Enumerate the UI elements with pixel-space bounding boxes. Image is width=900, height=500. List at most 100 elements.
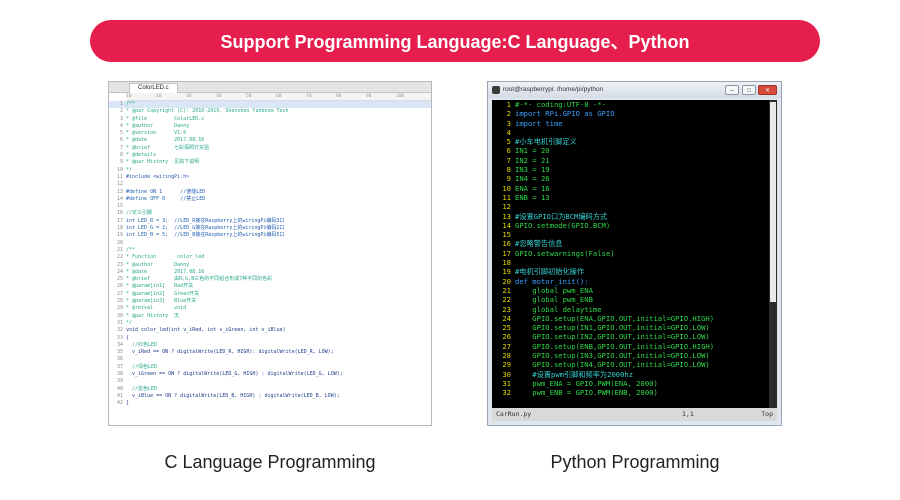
code-line[interactable]: 13 #define ON 1 //使能LED: [109, 189, 431, 196]
code-text: GPIO.setup(ENB,GPIO.OUT,initial=GPIO.HIG…: [515, 341, 715, 351]
code-line[interactable]: 1/**: [109, 101, 431, 109]
terminal-line[interactable]: 10 ENA = 16: [492, 184, 769, 193]
terminal-line[interactable]: 26 GPIO.setup(IN2,GPIO.OUT,initial=GPIO.…: [492, 332, 769, 341]
line-number: 34: [116, 341, 123, 348]
terminal-line[interactable]: 12: [492, 202, 769, 211]
minimize-button[interactable]: –: [725, 85, 739, 95]
code-line[interactable]: 6 * @date 2017.08.16: [109, 137, 431, 144]
code-line[interactable]: 37 //绿色LED: [109, 364, 431, 371]
code-text: {: [126, 334, 130, 341]
terminal-scrollbar[interactable]: [769, 100, 777, 408]
code-line[interactable]: 2 * @par Copyright (C): 2010-2019, Shenzh…: [109, 108, 431, 115]
terminal-body[interactable]: 1 #-*- coding:UTF-8 -*- 2 import RPi.GPIO a…: [492, 100, 777, 421]
code-line[interactable]: 21/**: [109, 247, 431, 254]
code-line[interactable]: 5 * @version V1.0: [109, 130, 431, 137]
terminal-line[interactable]: 31 pwm_ENA = GPIO.PWM(ENA, 2000): [492, 379, 769, 388]
code-text: /**: [126, 101, 136, 107]
code-line[interactable]: 17 int LED_R = 3; //LED_R接在Raspberry上的wir…: [109, 218, 431, 225]
code-line[interactable]: 28 * @param[in3] Blue开关: [109, 298, 431, 305]
terminal-line[interactable]: 4: [492, 128, 769, 137]
c-code-area[interactable]: 1/** 2 * @par Copyright (C): 2010-2019, Sh…: [109, 101, 431, 407]
code-line[interactable]: 3 * @file ColorLED.c: [109, 116, 431, 123]
code-text: #设置pwm引脚和频率为2000hz: [515, 369, 634, 379]
line-number: 6: [119, 137, 123, 144]
terminal-line[interactable]: 3 import time: [492, 119, 769, 128]
line-number: 22: [116, 254, 123, 261]
editor-tab[interactable]: ColorLED.c: [129, 83, 178, 93]
terminal-line[interactable]: 14 GPIO.setmode(GPIO.BCM): [492, 221, 769, 230]
maximize-button[interactable]: □: [742, 85, 756, 95]
code-line[interactable]: 9 * @par History 见如下说明: [109, 159, 431, 166]
terminal-line[interactable]: 13 #设置GPIO口为BCM编码方式: [492, 212, 769, 221]
code-line[interactable]: 33{: [109, 335, 431, 342]
terminal-line[interactable]: 16 #忽略警告信息: [492, 239, 769, 248]
code-text: * @author Danny: [126, 122, 190, 129]
terminal-line[interactable]: 18: [492, 258, 769, 267]
terminal-line[interactable]: 5 #小车电机引脚定义: [492, 137, 769, 146]
code-line[interactable]: 26 * @param[in1] Red开关: [109, 283, 431, 290]
code-line[interactable]: 23 * @author Danny: [109, 262, 431, 269]
terminal-line[interactable]: 23 global delaytime: [492, 305, 769, 314]
terminal-line[interactable]: 29 GPIO.setup(IN4,GPIO.OUT,initial=GPIO.…: [492, 360, 769, 369]
terminal-line[interactable]: 17 GPIO.setwarnings(False): [492, 249, 769, 258]
line-number: 9: [119, 159, 123, 166]
terminal-line[interactable]: 27 GPIO.setup(ENB,GPIO.OUT,initial=GPIO.…: [492, 342, 769, 351]
code-line[interactable]: 38 v_iGreen == ON ? digitalWrite(LED_G, …: [109, 371, 431, 378]
code-line[interactable]: 19 int LED_B = 5; //LED_B接在Raspberry上的wir…: [109, 232, 431, 239]
code-line[interactable]: 34 //红色LED: [109, 342, 431, 349]
terminal-line[interactable]: 22 global pwm_ENB: [492, 295, 769, 304]
terminal-line[interactable]: 8 IN3 = 19: [492, 165, 769, 174]
line-number: 31: [502, 378, 511, 388]
code-line[interactable]: 35 v_iRed == ON ? digitalWrite(LED_R, HI…: [109, 349, 431, 356]
python-code-area[interactable]: 1 #-*- coding:UTF-8 -*- 2 import RPi.GPIO a…: [492, 100, 769, 408]
code-line[interactable]: 16//定义引脚: [109, 210, 431, 217]
code-line[interactable]: 20: [109, 240, 431, 247]
code-line[interactable]: 36: [109, 356, 431, 363]
terminal-line[interactable]: 20 def motor_init():: [492, 277, 769, 286]
code-line[interactable]: 12: [109, 181, 431, 188]
code-line[interactable]: 40 //蓝色LED: [109, 386, 431, 393]
code-text: void color_led(int v_iRed, int v_iGreen,…: [126, 327, 286, 334]
line-number: 14: [116, 195, 123, 202]
line-number: 6: [506, 146, 511, 156]
terminal-line[interactable]: 28 GPIO.setup(IN3,GPIO.OUT,initial=GPIO.…: [492, 351, 769, 360]
line-number: 2: [119, 108, 123, 115]
scrollbar-thumb[interactable]: [770, 102, 776, 302]
code-line[interactable]: 11 #include <wiringPi.h>: [109, 174, 431, 181]
terminal-line[interactable]: 9 IN4 = 26: [492, 174, 769, 183]
code-line[interactable]: 32 void color_led(int v_iRed, int v_iGree…: [109, 327, 431, 334]
terminal-line[interactable]: 24 GPIO.setup(ENA,GPIO.OUT,initial=GPIO.…: [492, 314, 769, 323]
terminal-line[interactable]: 15: [492, 230, 769, 239]
ruler-tick: 20: [156, 94, 162, 99]
terminal-line[interactable]: 19 #电机引脚初始化操作: [492, 267, 769, 276]
code-line[interactable]: 10 */: [109, 167, 431, 174]
code-line[interactable]: 39: [109, 378, 431, 385]
line-number: 3: [506, 118, 511, 128]
terminal-line[interactable]: 11 ENB = 13: [492, 193, 769, 202]
terminal-line[interactable]: 21 global pwm_ENA: [492, 286, 769, 295]
code-line[interactable]: 29 * @retval void: [109, 305, 431, 312]
ruler-tick: 70: [306, 94, 312, 99]
code-line[interactable]: 15: [109, 203, 431, 210]
code-line[interactable]: 30 * @par History 无: [109, 313, 431, 320]
code-line[interactable]: 14 #define OFF 0 //禁止LED: [109, 196, 431, 203]
terminal-icon: [492, 86, 500, 94]
terminal-line[interactable]: 1 #-*- coding:UTF-8 -*-: [492, 100, 769, 109]
terminal-line[interactable]: 25 GPIO.setup(IN1,GPIO.OUT,initial=GPIO.…: [492, 323, 769, 332]
terminal-line[interactable]: 32 pwm_ENB = GPIO.PWM(ENB, 2000): [492, 388, 769, 397]
code-line[interactable]: 7 * @brief 七彩探照灯实验: [109, 145, 431, 152]
line-number: 8: [506, 165, 511, 175]
code-text: ENA = 16: [515, 183, 550, 193]
terminal-line[interactable]: 2 import RPi.GPIO as GPIO: [492, 109, 769, 118]
code-line[interactable]: 31 */: [109, 320, 431, 327]
code-line[interactable]: 27 * @param[in2] Green开关: [109, 291, 431, 298]
terminal-line[interactable]: 7 IN2 = 21: [492, 156, 769, 165]
code-line[interactable]: 41 v_iBlue == ON ? digitalWrite(LED_B, H…: [109, 393, 431, 400]
code-line[interactable]: 42}: [109, 400, 431, 407]
code-line[interactable]: 22 * Function color_led: [109, 254, 431, 261]
close-button[interactable]: ✕: [758, 85, 777, 95]
code-line[interactable]: 4 * @author Danny: [109, 123, 431, 130]
code-text: #小车电机引脚定义: [515, 137, 577, 147]
terminal-line[interactable]: 30 #设置pwm引脚和频率为2000hz: [492, 370, 769, 379]
terminal-line[interactable]: 6 IN1 = 20: [492, 146, 769, 155]
